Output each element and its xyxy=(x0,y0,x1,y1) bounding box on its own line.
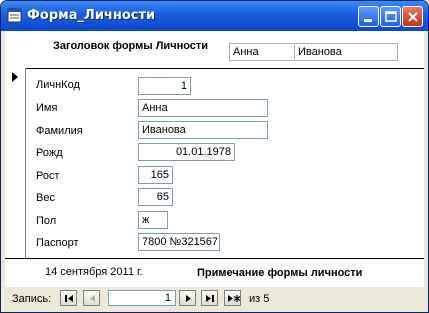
current-record-input[interactable]: 1 xyxy=(108,290,176,306)
gender-field[interactable]: ж xyxy=(138,211,168,229)
label-birth-date: Рожд xyxy=(36,147,63,159)
weight-field[interactable]: 65 xyxy=(138,188,173,206)
record-selector[interactable] xyxy=(5,68,26,258)
label-last-name: Фамилия xyxy=(36,125,83,137)
label-weight: Вес xyxy=(36,192,55,204)
first-record-button[interactable] xyxy=(60,290,77,306)
header-first-name-field[interactable]: Анна xyxy=(229,43,295,61)
footer-divider xyxy=(5,258,424,259)
next-record-icon xyxy=(186,295,191,302)
first-record-icon xyxy=(65,295,73,302)
next-record-button[interactable] xyxy=(179,290,196,306)
form-header-title: Заголовок формы Личности xyxy=(53,40,209,52)
form-client-area: Заголовок формы Личности Анна Иванова Ли… xyxy=(5,31,424,310)
current-record-arrow-icon xyxy=(12,72,18,82)
minimize-button[interactable] xyxy=(358,6,379,27)
label-first-name: Имя xyxy=(36,102,58,114)
passport-field[interactable]: 7800 №321567 xyxy=(138,233,220,251)
label-height: Рост xyxy=(36,170,60,182)
personal-code-field[interactable]: 1 xyxy=(138,77,191,95)
label-personal-code: ЛичнКод xyxy=(36,79,80,91)
new-record-icon xyxy=(228,295,241,302)
record-navigation-bar: Запись: 1 из 5 xyxy=(5,289,424,310)
form-window: Форма_Личности Заголовок формы Личности … xyxy=(0,0,429,313)
last-record-icon xyxy=(206,295,214,302)
label-passport: Паспорт xyxy=(36,237,79,249)
last-record-button[interactable] xyxy=(201,290,218,306)
record-count-text: из 5 xyxy=(249,293,269,305)
form-body: Заголовок формы Личности Анна Иванова Ли… xyxy=(5,31,424,287)
birth-date-field[interactable]: 01.01.1978 xyxy=(138,143,235,161)
header-divider xyxy=(5,68,424,69)
title-bar[interactable]: Форма_Личности xyxy=(1,1,428,31)
height-field[interactable]: 165 xyxy=(138,166,173,184)
of-label: из xyxy=(249,293,261,305)
first-name-field[interactable]: Анна xyxy=(138,99,268,117)
maximize-button[interactable] xyxy=(380,6,401,27)
total-records: 5 xyxy=(263,293,270,305)
close-icon xyxy=(408,12,418,22)
maximize-icon xyxy=(385,11,397,22)
form-icon xyxy=(7,8,22,23)
header-last-name-field[interactable]: Иванова xyxy=(294,43,398,61)
record-label: Запись: xyxy=(12,293,52,305)
last-name-field[interactable]: Иванова xyxy=(138,121,268,139)
footer-note: Примечание формы личности xyxy=(197,267,363,279)
minimize-icon xyxy=(364,19,372,22)
previous-record-icon xyxy=(90,295,95,302)
footer-date: 14 сентября 2011 г. xyxy=(45,266,143,278)
label-gender: Пол xyxy=(36,215,57,227)
previous-record-button[interactable] xyxy=(83,290,100,306)
window-title: Форма_Личности xyxy=(27,8,156,23)
new-record-button[interactable] xyxy=(224,290,241,306)
close-button[interactable] xyxy=(402,6,423,27)
